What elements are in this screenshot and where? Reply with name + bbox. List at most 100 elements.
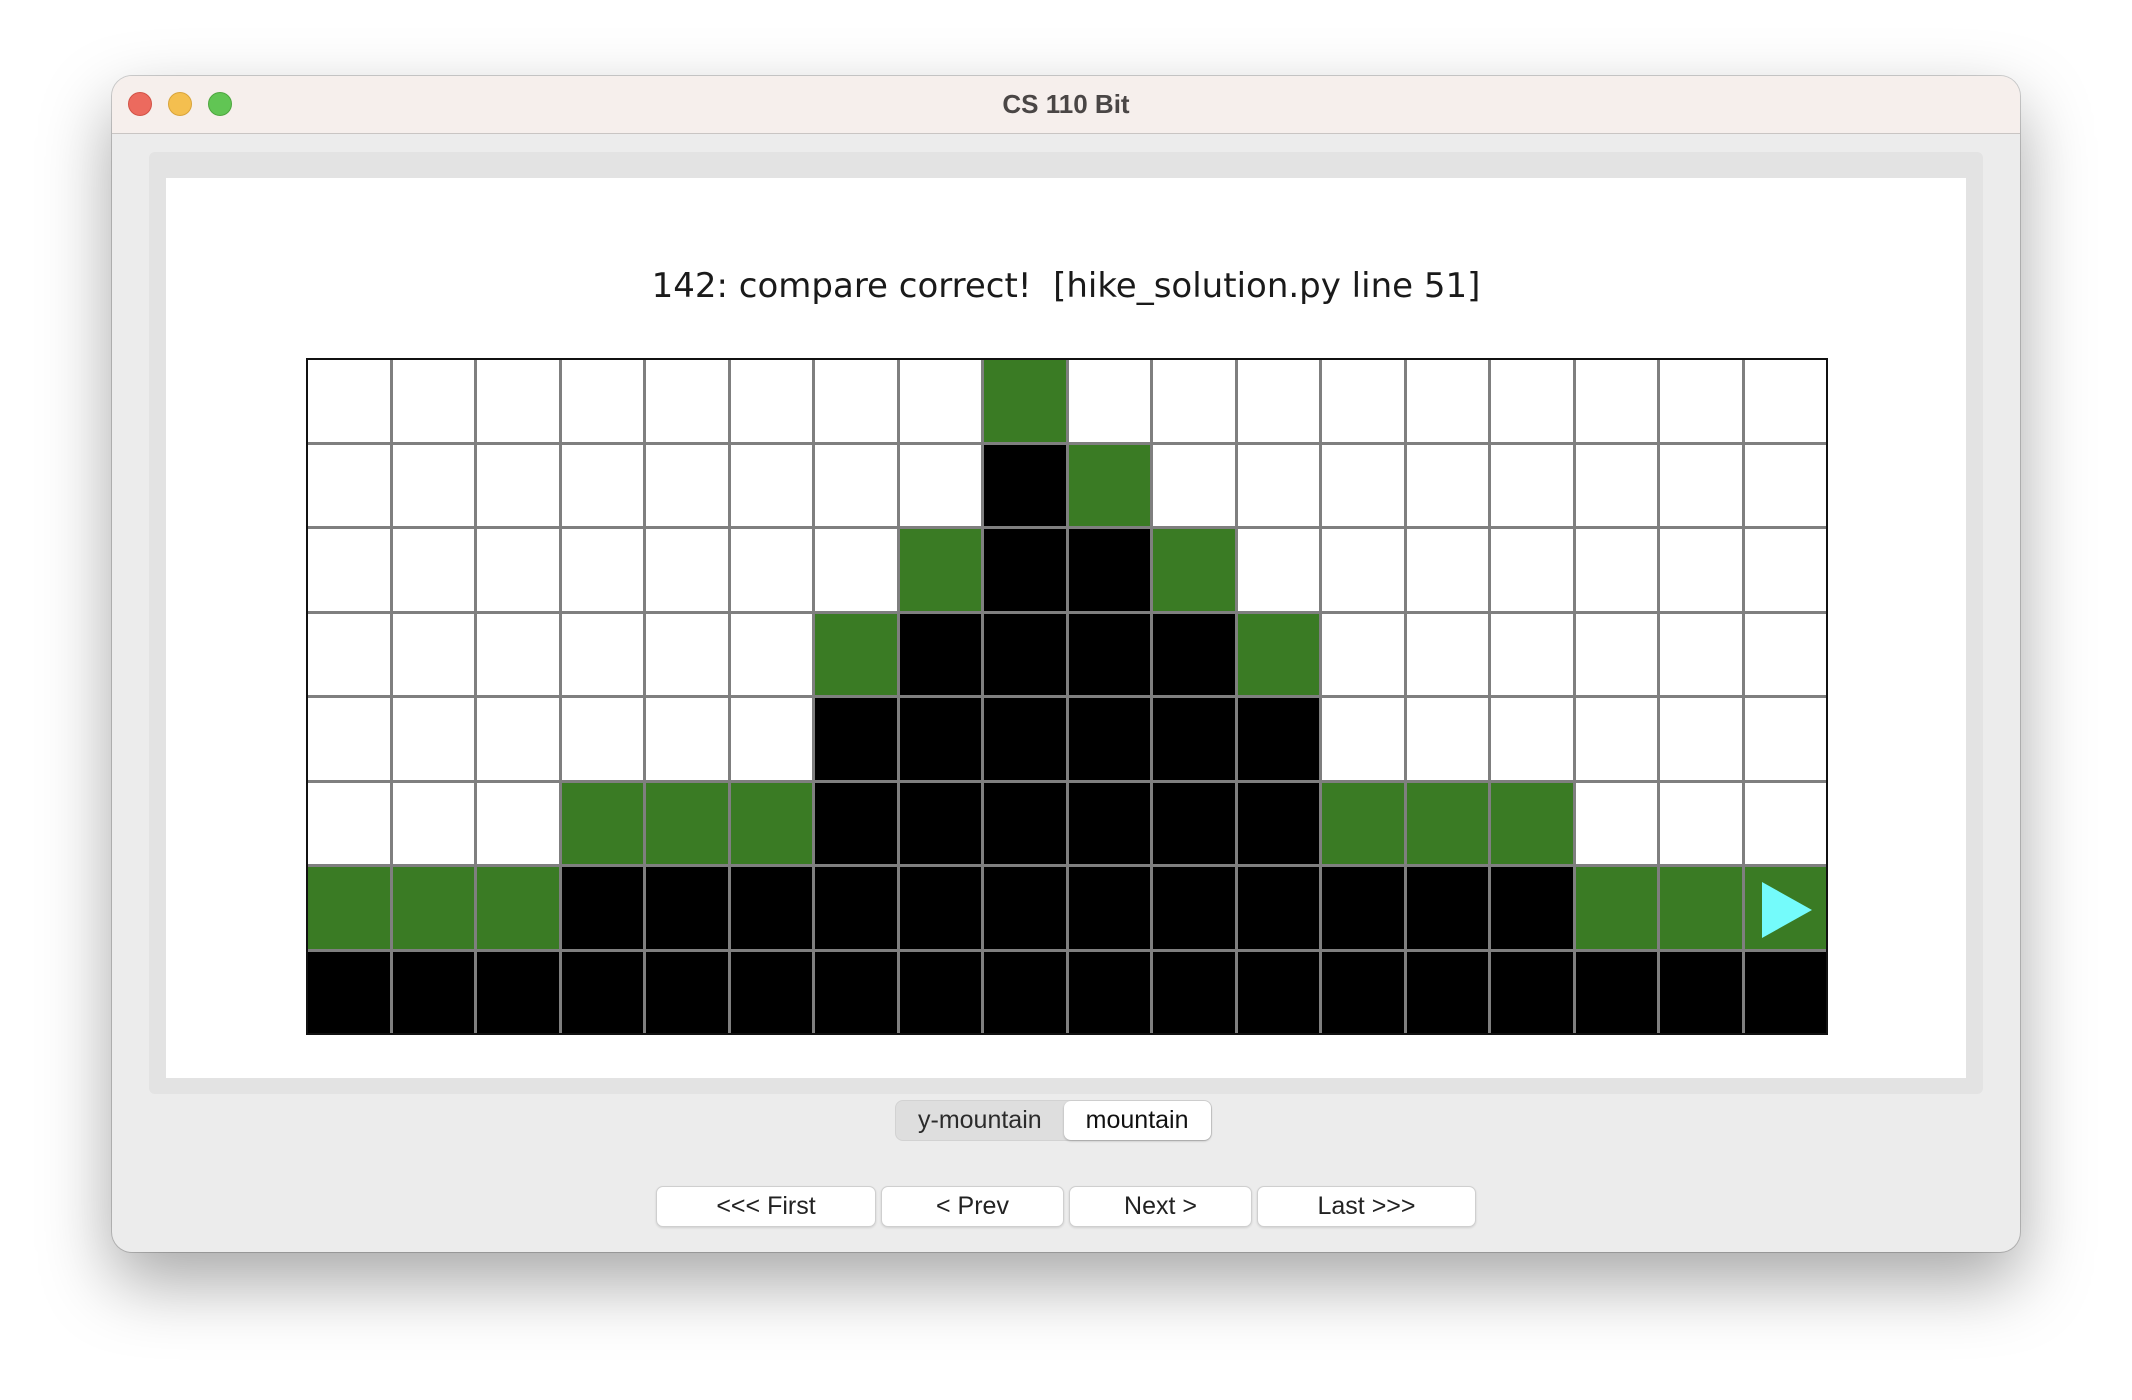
grid-cell-white: [1406, 444, 1488, 526]
grid-cell-green: [1153, 529, 1235, 611]
grid-cell-white: [730, 360, 812, 442]
grid-cell-black: [1322, 867, 1404, 949]
grid-cell-green: [1237, 613, 1319, 695]
grid-cell-black: [815, 867, 897, 949]
grid-cell-white: [308, 613, 390, 695]
grid-cell-white: [392, 444, 474, 526]
canvas-panel: 142: compare correct! [hike_solution.py …: [149, 152, 1983, 1094]
bit-robot-arrow-icon: [1762, 881, 1813, 938]
grid-cell-white: [561, 698, 643, 780]
grid-cell-black: [1660, 951, 1742, 1033]
grid-cell-black: [1237, 698, 1319, 780]
grid-cell-white: [1744, 613, 1826, 695]
grid-cell-black: [561, 951, 643, 1033]
grid-cell-white: [477, 698, 559, 780]
tab-y-mountain[interactable]: y-mountain: [896, 1101, 1064, 1140]
grid-cell-white: [1744, 444, 1826, 526]
grid-cell-black: [1068, 782, 1150, 864]
grid-cell-white: [1744, 782, 1826, 864]
grid-cell-white: [1322, 444, 1404, 526]
grid-cell-white: [1491, 698, 1573, 780]
grid-cell-black: [899, 951, 981, 1033]
grid-cell-black: [984, 951, 1066, 1033]
grid-cell-white: [1575, 529, 1657, 611]
grid-cell-white: [308, 444, 390, 526]
grid-cell-white: [815, 529, 897, 611]
grid-cell-white: [815, 360, 897, 442]
next-button[interactable]: Next >: [1069, 1186, 1252, 1227]
grid-cell-black: [815, 782, 897, 864]
grid-cell-white: [1660, 782, 1742, 864]
grid-cell-white: [1406, 360, 1488, 442]
grid-cell-black: [477, 951, 559, 1033]
grid-cell-white: [561, 529, 643, 611]
grid-cell-black: [1068, 867, 1150, 949]
prev-button[interactable]: < Prev: [881, 1186, 1064, 1227]
grid-cell-white: [1660, 444, 1742, 526]
grid-cell-black: [1068, 951, 1150, 1033]
grid-cell-white: [646, 444, 728, 526]
grid-cell-black: [1153, 867, 1235, 949]
tab-mountain[interactable]: mountain: [1063, 1101, 1211, 1140]
grid-cell-white: [646, 360, 728, 442]
grid-cell-green: [1068, 444, 1150, 526]
grid-cell-green: [646, 782, 728, 864]
grid-cell-white: [477, 613, 559, 695]
grid-cell-white: [308, 529, 390, 611]
grid-cell-black: [646, 951, 728, 1033]
grid-cell-white: [1068, 360, 1150, 442]
grid-cell-white: [899, 444, 981, 526]
grid-cell-white: [1744, 360, 1826, 442]
title-bar[interactable]: CS 110 Bit: [112, 76, 2020, 134]
grid-cell-white: [1237, 529, 1319, 611]
grid-cell-black: [1744, 951, 1826, 1033]
grid-cell-white: [477, 444, 559, 526]
grid-cell-white: [1660, 360, 1742, 442]
grid-cell-white: [1322, 613, 1404, 695]
grid-cell-green: [1660, 867, 1742, 949]
grid-cell-green: [1744, 867, 1826, 949]
grid-cell-white: [1660, 529, 1742, 611]
last-button[interactable]: Last >>>: [1257, 1186, 1476, 1227]
grid-cell-black: [1068, 698, 1150, 780]
status-message: 142: compare correct! [hike_solution.py …: [651, 266, 1481, 306]
grid-cell-white: [392, 529, 474, 611]
grid-cell-black: [730, 951, 812, 1033]
grid-cell-white: [1660, 698, 1742, 780]
grid-cell-black: [899, 613, 981, 695]
grid-cell-black: [899, 867, 981, 949]
grid-cell-black: [815, 698, 897, 780]
grid-cell-white: [561, 360, 643, 442]
grid-cell-green: [392, 867, 474, 949]
grid-cell-black: [1068, 529, 1150, 611]
grid-cell-white: [1153, 360, 1235, 442]
grid-cell-white: [1322, 698, 1404, 780]
grid-cell-green: [730, 782, 812, 864]
grid-cell-white: [1575, 360, 1657, 442]
grid-cell-white: [730, 444, 812, 526]
grid-cell-black: [1153, 782, 1235, 864]
grid-cell-black: [308, 951, 390, 1033]
grid-cell-black: [1153, 613, 1235, 695]
bit-canvas: 142: compare correct! [hike_solution.py …: [166, 178, 1966, 1078]
grid-cell-white: [1744, 698, 1826, 780]
grid-cell-green: [308, 867, 390, 949]
grid-cell-black: [392, 951, 474, 1033]
grid-cell-white: [392, 360, 474, 442]
grid-cell-black: [646, 867, 728, 949]
first-button[interactable]: <<< First: [656, 1186, 876, 1227]
grid-cell-white: [308, 782, 390, 864]
grid-cell-green: [477, 867, 559, 949]
grid-cell-black: [1406, 867, 1488, 949]
grid-cell-white: [1322, 529, 1404, 611]
grid-cell-white: [730, 529, 812, 611]
grid-cell-white: [308, 360, 390, 442]
grid-cell-white: [1322, 360, 1404, 442]
grid-cell-black: [1575, 951, 1657, 1033]
grid-cell-black: [1153, 698, 1235, 780]
grid-cell-white: [1744, 529, 1826, 611]
grid-cell-black: [1237, 867, 1319, 949]
grid-cell-white: [1406, 698, 1488, 780]
grid-cell-white: [646, 613, 728, 695]
grid-cell-white: [477, 782, 559, 864]
